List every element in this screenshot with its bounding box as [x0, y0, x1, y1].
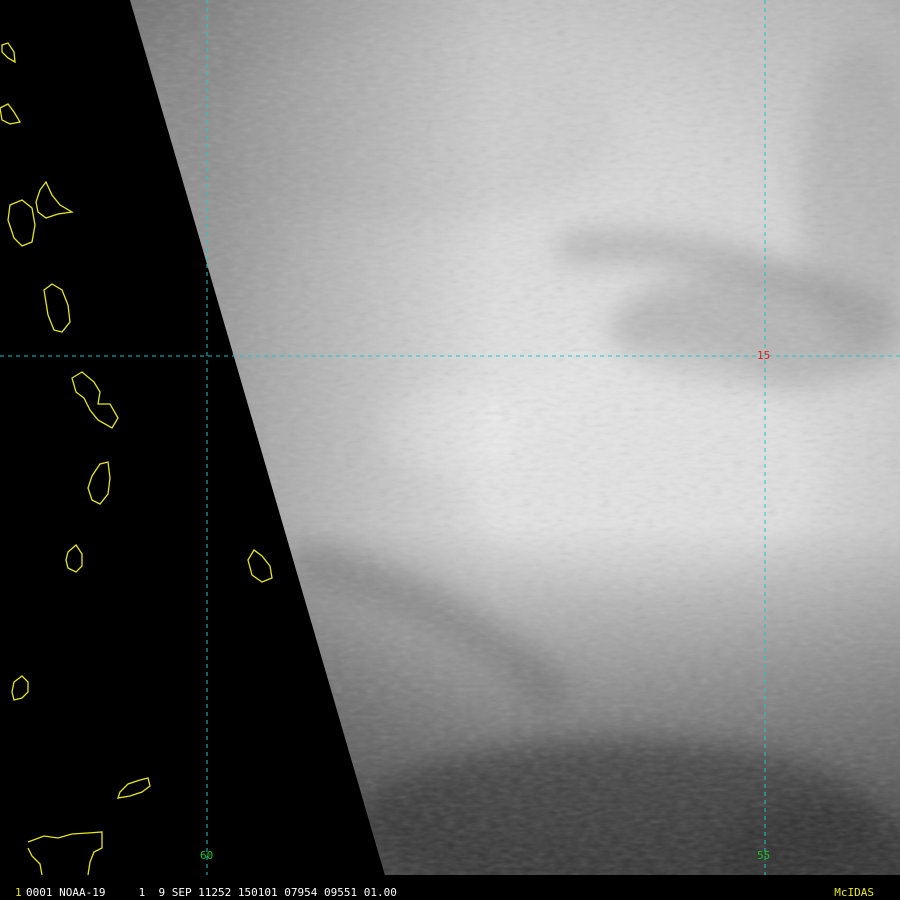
- status-bar: 1 0001 NOAA-19 1 9 SEP 11252 150101 0795…: [0, 886, 900, 900]
- satellite-imagery: [0, 0, 900, 876]
- island-outline: [71, 371, 119, 429]
- island-outline: [65, 544, 83, 573]
- island-outline: [27, 831, 103, 876]
- frame-number: 1: [15, 886, 22, 899]
- longitude-55-label: 55: [757, 849, 771, 862]
- mcidas-brand: McIDAS: [834, 886, 874, 899]
- island-outline: [11, 675, 29, 701]
- image-info-text: 0001 NOAA-19 1 9 SEP 11252 150101 07954 …: [26, 886, 397, 899]
- island-outline: [1, 42, 16, 64]
- longitude-60-label: 60: [200, 849, 214, 862]
- satellite-image-viewer: 15 60 55 1 0001 NOAA-19 1 9 SEP 11252 15…: [0, 0, 900, 900]
- island-outline: [247, 549, 273, 583]
- island-outline: [43, 283, 71, 333]
- island-outline: [0, 103, 22, 125]
- island-outline: [35, 180, 74, 219]
- island-outline: [7, 199, 36, 247]
- island-outline: [117, 777, 151, 799]
- latitude-15-label: 15: [757, 349, 771, 362]
- island-outline: [87, 461, 111, 505]
